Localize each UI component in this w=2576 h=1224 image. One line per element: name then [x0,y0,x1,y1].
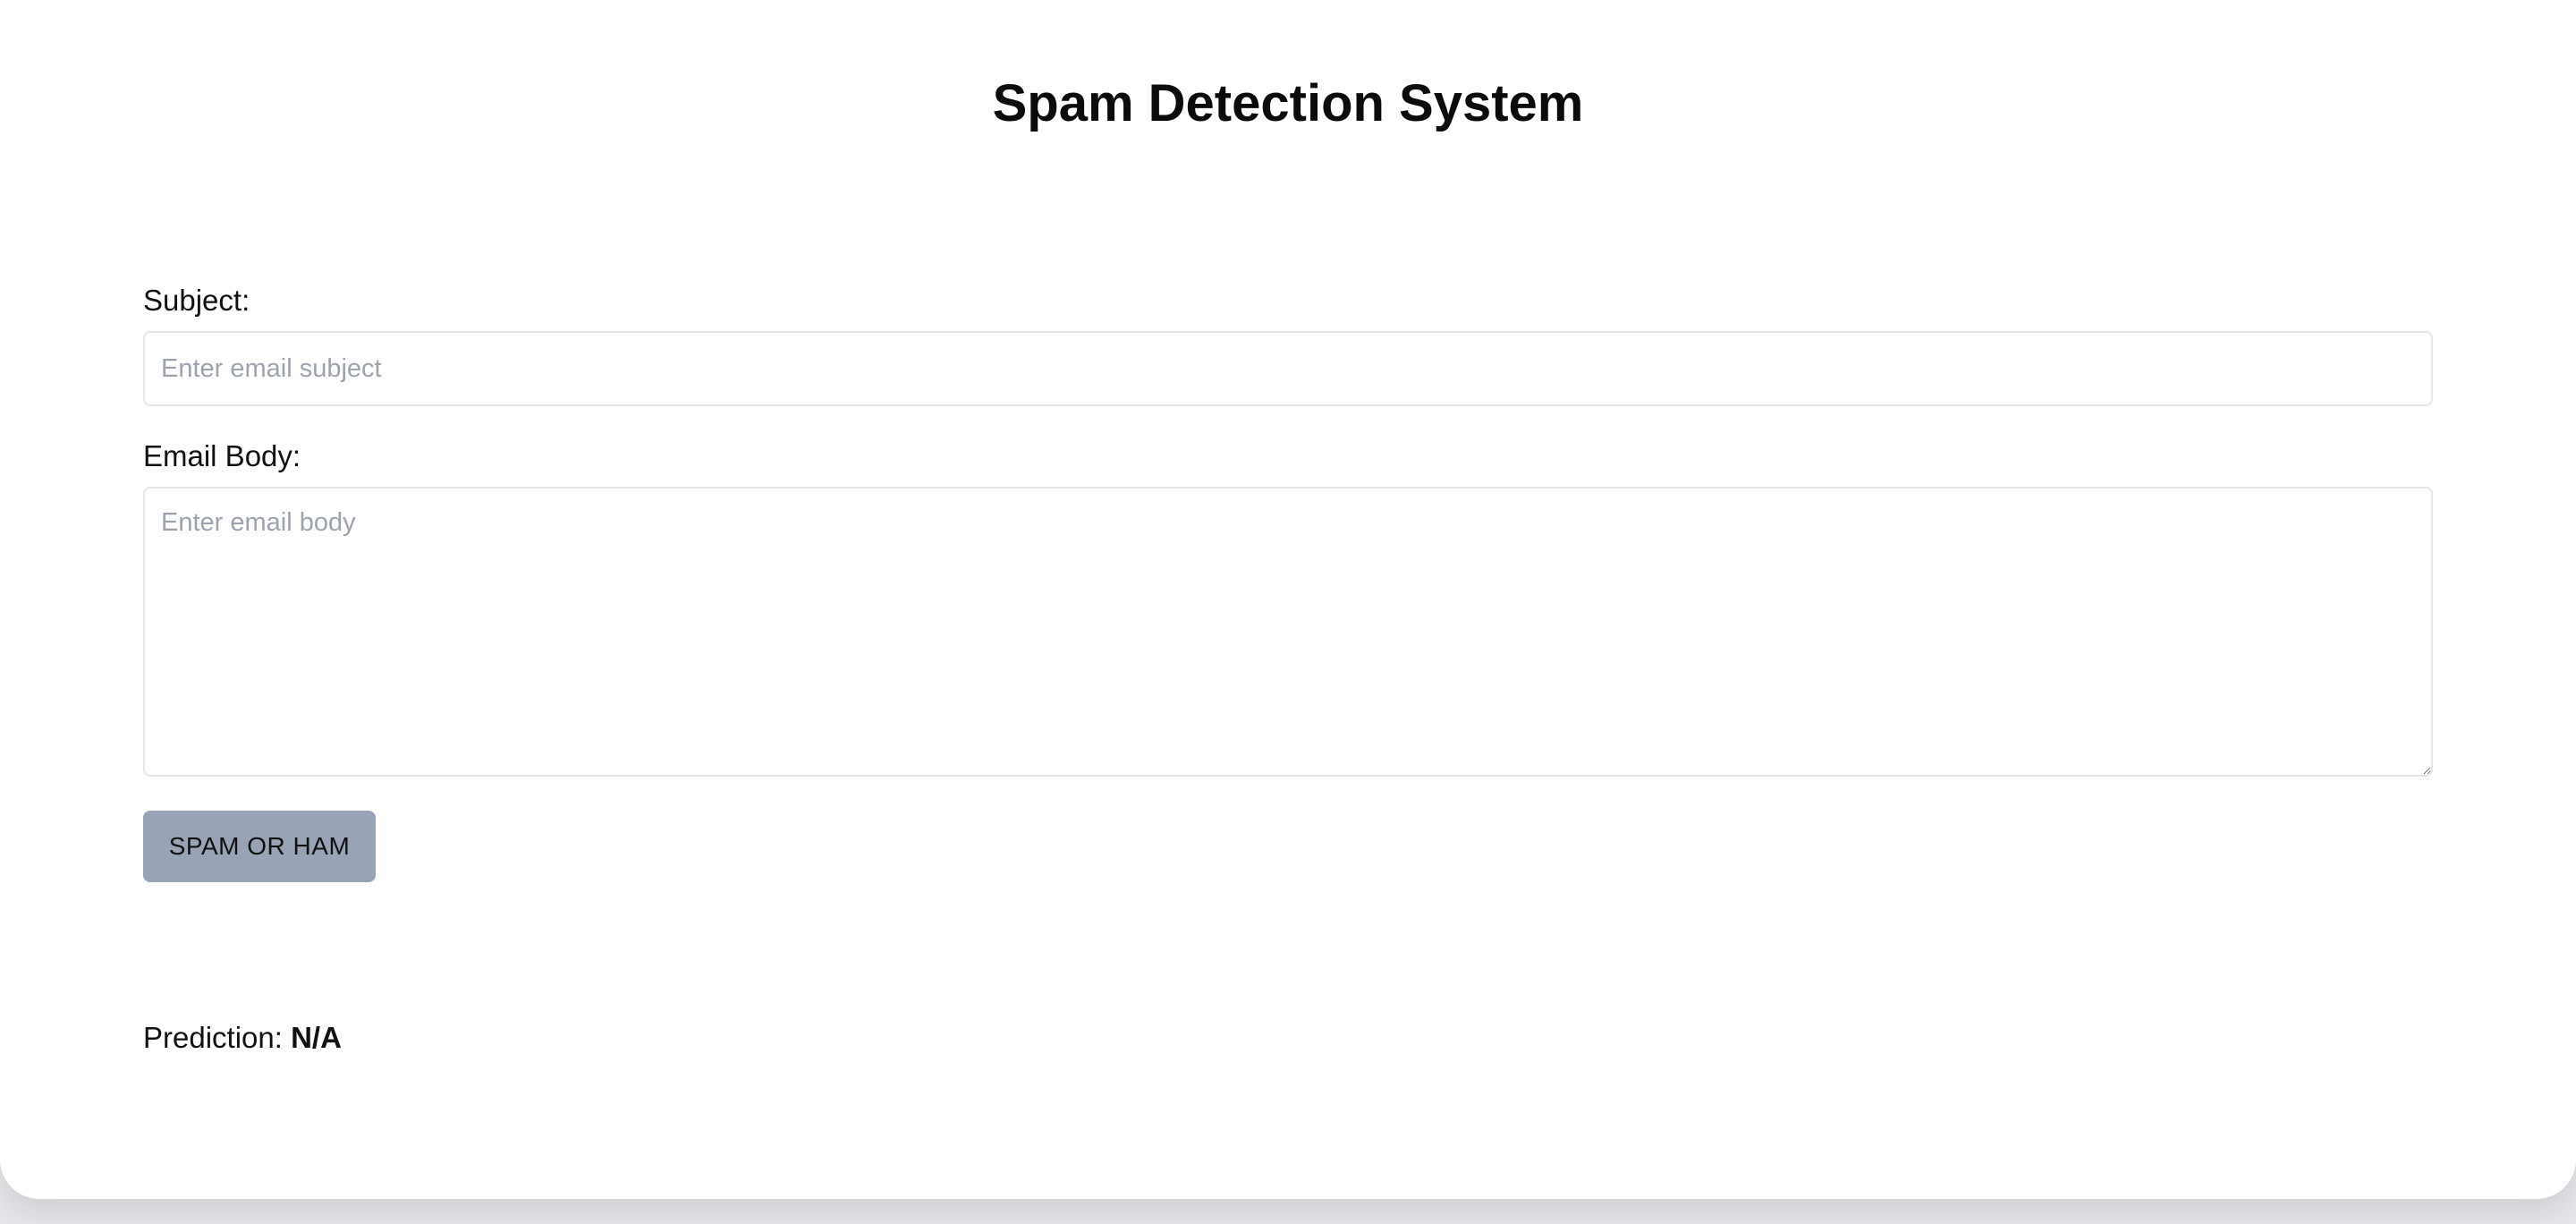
prediction-label: Prediction: [143,1021,283,1054]
prediction-result: Prediction: N/A [143,1018,342,1058]
spam-or-ham-button[interactable]: SPAM OR HAM [143,811,376,882]
subject-input[interactable] [143,331,2433,406]
email-body-textarea[interactable] [143,487,2433,777]
email-body-label: Email Body: [143,439,301,472]
subject-label: Subject: [143,284,250,317]
prediction-value: N/A [291,1021,342,1054]
page-title: Spam Detection System [992,74,1584,132]
spam-check-form: Subject: Email Body: SPAM OR HAM [143,281,2433,882]
main-card: Spam Detection System Subject: Email Bod… [0,0,2576,1199]
